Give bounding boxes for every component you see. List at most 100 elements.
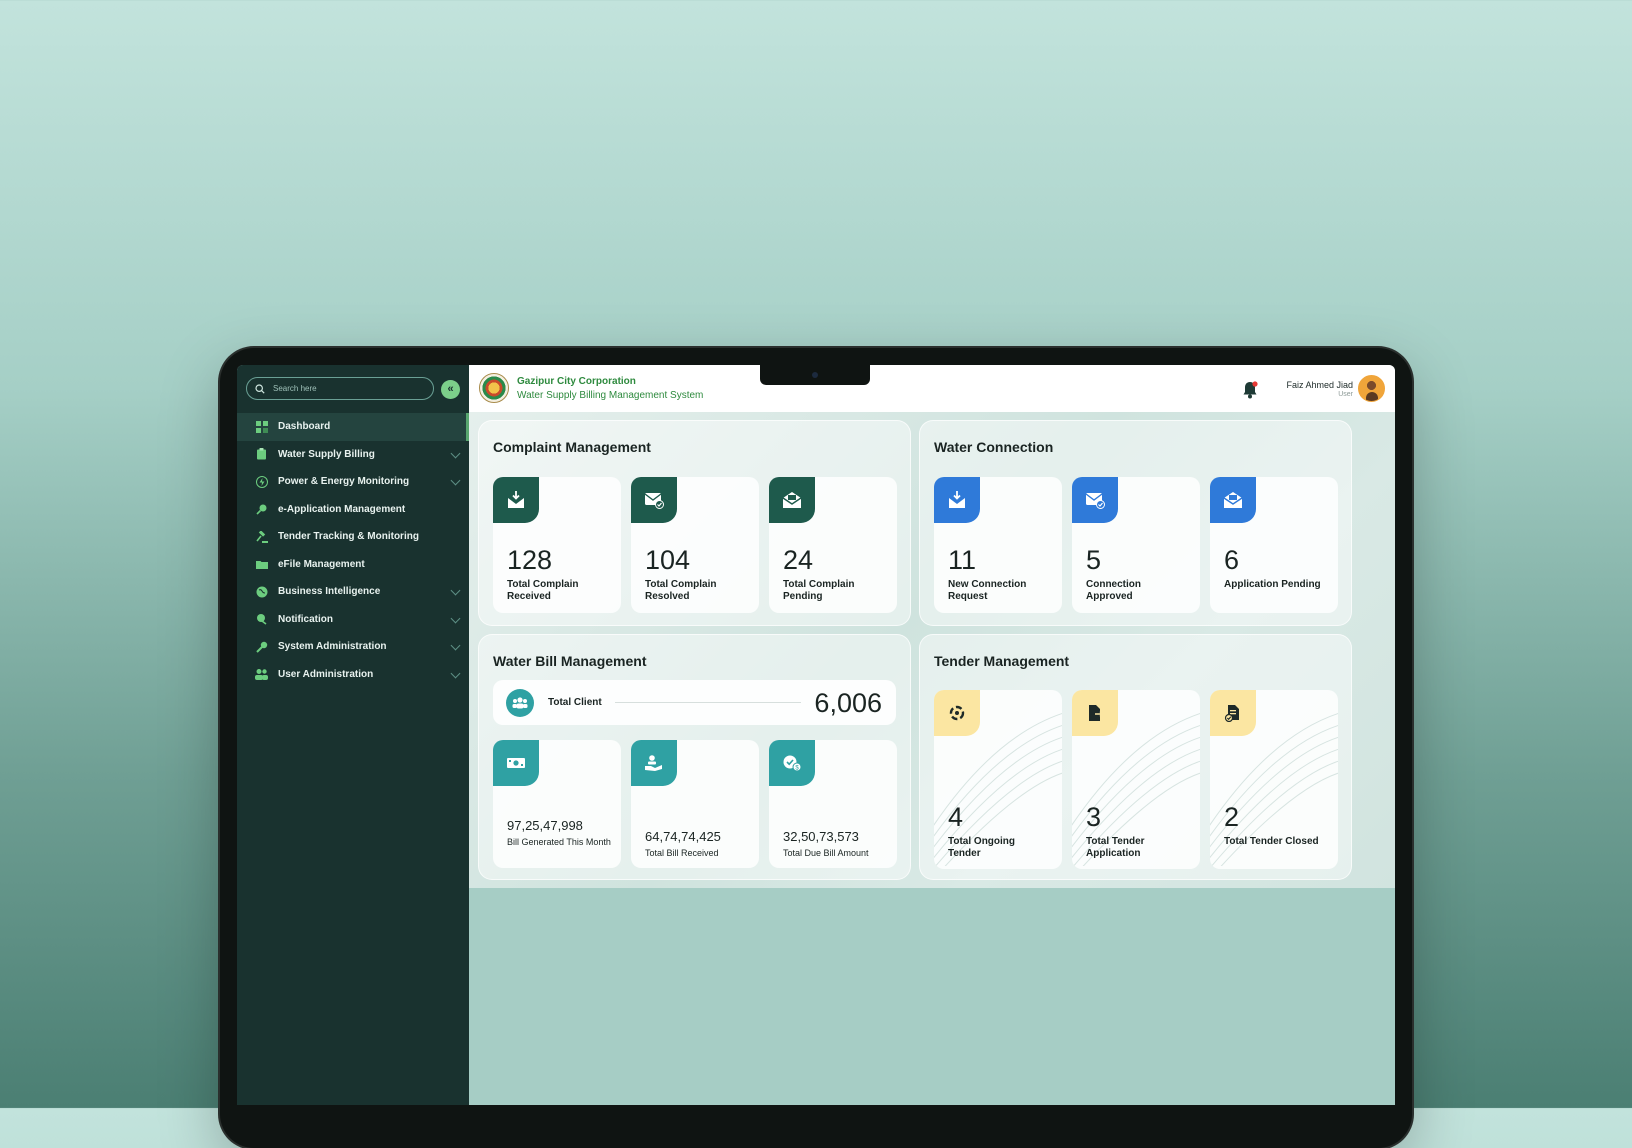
sidebar-item-label: Business Intelligence — [278, 586, 381, 598]
inbox-download-icon — [493, 477, 539, 523]
users-group-icon — [506, 689, 534, 717]
mail-check-icon — [1072, 477, 1118, 523]
sidebar-nav: Dashboard Water Supply Billing Power & E… — [237, 413, 469, 688]
chevron-down-icon[interactable] — [450, 585, 461, 596]
laptop-frame: « Dashboard Water Supply Billing — [220, 348, 1412, 1148]
clipboard-icon — [255, 448, 268, 461]
folder-icon — [255, 558, 268, 571]
card-label: Total Complain Pending — [783, 579, 855, 602]
card-value: 24 — [783, 545, 814, 575]
sidebar: « Dashboard Water Supply Billing — [237, 365, 469, 1105]
top-header: Gazipur City Corporation Water Supply Bi… — [469, 365, 1395, 412]
panel-title: Complaint Management — [493, 439, 651, 455]
dashboard-icon — [255, 420, 268, 433]
sidebar-item-efile[interactable]: eFile Management — [237, 551, 469, 579]
card-value: 6 — [1224, 545, 1240, 575]
water-bill-management-panel: Water Bill Management Total Client 6,006… — [478, 634, 911, 880]
sidebar-item-label: e-Application Management — [278, 503, 406, 515]
new-connection-request-card[interactable]: 11 New Connection Request — [934, 477, 1062, 613]
card-label: Connection Approved — [1086, 579, 1141, 602]
complaint-received-card[interactable]: 128 Total Complain Received — [493, 477, 621, 613]
total-client-value: 6,006 — [814, 688, 882, 718]
app-screen: « Dashboard Water Supply Billing — [237, 365, 1395, 1105]
sidebar-item-tender-tracking[interactable]: Tender Tracking & Monitoring — [237, 523, 469, 551]
complaint-management-panel: Complaint Management 128 Total Complain … — [478, 420, 911, 626]
due-bill-card[interactable]: $ 32,50,73,573 Total Due Bill Amount — [769, 740, 897, 868]
total-client-bar[interactable]: Total Client 6,006 — [493, 680, 896, 725]
content-background — [469, 888, 1395, 1105]
water-connection-panel: Water Connection 11 New Connection Reque… — [919, 420, 1352, 626]
avatar[interactable] — [1358, 375, 1385, 402]
card-value: 3 — [1086, 802, 1102, 832]
chevron-down-icon[interactable] — [450, 448, 461, 458]
application-pending-card[interactable]: 6 Application Pending — [1210, 477, 1338, 613]
tender-management-panel: Tender Management 4 Total Ongoing Tender — [919, 634, 1352, 880]
card-label: New Connection Request — [948, 579, 1027, 602]
search-box[interactable] — [246, 377, 434, 400]
card-label: Total Tender Closed — [1224, 836, 1319, 847]
complaint-pending-card[interactable]: 24 Total Complain Pending — [769, 477, 897, 613]
sidebar-item-notification[interactable]: Notification — [237, 606, 469, 634]
chevron-down-icon[interactable] — [450, 640, 461, 651]
card-label: Total Bill Received — [645, 848, 719, 858]
card-value: 5 — [1086, 545, 1102, 575]
megaphone-icon — [255, 613, 268, 626]
sidebar-item-label: eFile Management — [278, 558, 365, 570]
card-value: 97,25,47,998 — [507, 818, 583, 833]
sidebar-item-power-energy[interactable]: Power & Energy Monitoring — [237, 468, 469, 496]
sidebar-item-business-intelligence[interactable]: Business Intelligence — [237, 578, 469, 606]
system-name: Water Supply Billing Management System — [517, 390, 704, 401]
card-label: Total Ongoing Tender — [948, 836, 1016, 859]
card-label: Total Complain Resolved — [645, 579, 717, 602]
panel-title: Water Bill Management — [493, 653, 647, 669]
tender-application-card[interactable]: 3 Total Tender Application — [1072, 690, 1200, 869]
users-icon — [255, 668, 268, 681]
sidebar-item-user-administration[interactable]: User Administration — [237, 661, 469, 689]
card-value: 128 — [507, 545, 553, 575]
card-label: Total Due Bill Amount — [783, 848, 869, 858]
bill-received-card[interactable]: 64,74,74,425 Total Bill Received — [631, 740, 759, 868]
connection-approved-card[interactable]: 5 Connection Approved — [1072, 477, 1200, 613]
panel-title: Tender Management — [934, 653, 1070, 669]
chevron-down-icon[interactable] — [450, 668, 461, 678]
tender-closed-card[interactable]: 2 Total Tender Closed — [1210, 690, 1338, 869]
cycle-icon — [934, 690, 980, 736]
sidebar-item-label: Tender Tracking & Monitoring — [278, 531, 419, 543]
sidebar-item-dashboard[interactable]: Dashboard — [237, 413, 469, 441]
sidebar-item-water-supply-billing[interactable]: Water Supply Billing — [237, 441, 469, 469]
doc-arrow-icon — [1072, 690, 1118, 736]
camera-notch — [760, 365, 870, 385]
card-label: Total Complain Received — [507, 579, 579, 602]
city-corporation-logo — [479, 373, 509, 403]
lightning-icon — [255, 475, 268, 488]
user-name[interactable]: Faiz Ahmed Jiad — [1286, 380, 1353, 390]
collapse-sidebar-button[interactable]: « — [441, 380, 460, 399]
mail-open-icon — [769, 477, 815, 523]
mail-check-icon — [631, 477, 677, 523]
user-role: User — [1338, 391, 1353, 398]
camera-icon — [812, 372, 818, 378]
complaint-resolved-card[interactable]: 104 Total Complain Resolved — [631, 477, 759, 613]
divider — [615, 702, 801, 703]
globe-icon — [255, 585, 268, 598]
card-value: 4 — [948, 802, 964, 832]
total-client-label: Total Client — [548, 697, 602, 708]
sidebar-item-label: System Administration — [278, 641, 387, 653]
sidebar-item-e-application[interactable]: e-Application Management — [237, 496, 469, 524]
bill-generated-card[interactable]: 97,25,47,998 Bill Generated This Month — [493, 740, 621, 868]
chevron-down-icon[interactable] — [450, 475, 461, 486]
sidebar-item-label: User Administration — [278, 668, 374, 680]
cash-icon — [493, 740, 539, 786]
chevron-down-icon[interactable] — [450, 613, 461, 623]
doc-check-icon — [1210, 690, 1256, 736]
notification-bell-icon[interactable] — [1239, 379, 1261, 401]
hand-receive-icon — [631, 740, 677, 786]
sidebar-item-system-administration[interactable]: System Administration — [237, 633, 469, 661]
card-label: Bill Generated This Month — [507, 837, 611, 847]
wrench-icon — [255, 640, 268, 653]
search-doc-icon — [255, 503, 268, 516]
organization-name: Gazipur City Corporation — [517, 376, 636, 387]
ongoing-tender-card[interactable]: 4 Total Ongoing Tender — [934, 690, 1062, 869]
gavel-icon — [255, 530, 268, 543]
search-input[interactable] — [271, 383, 415, 394]
